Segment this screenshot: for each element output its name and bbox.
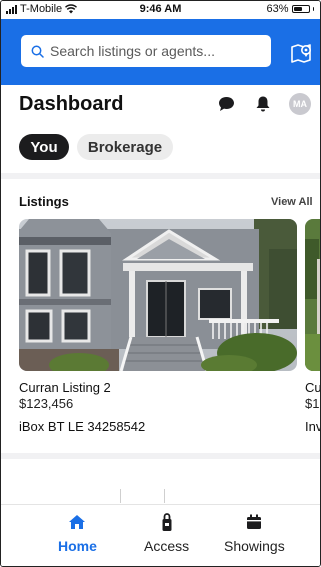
map-pin-icon[interactable] xyxy=(291,43,313,63)
nav-item-access[interactable]: Access xyxy=(144,511,189,554)
search-icon xyxy=(31,45,44,58)
calendar-icon xyxy=(246,511,262,533)
listing-price: $123,456 xyxy=(19,396,74,411)
listing-card[interactable]: Cu $12 Inv xyxy=(305,219,321,434)
listing-card[interactable]: Curran Listing 2 $123,456 iBox BT LE 342… xyxy=(19,219,297,434)
battery-percent: 63% xyxy=(266,3,289,15)
top-header xyxy=(1,19,320,85)
nav-label-showings: Showings xyxy=(224,538,285,554)
section-divider xyxy=(1,453,320,459)
view-all-link[interactable]: View All xyxy=(271,196,313,208)
divider-tick xyxy=(120,489,121,503)
page-title: Dashboard xyxy=(19,93,124,115)
status-right: 63% xyxy=(266,3,314,15)
search-box[interactable] xyxy=(21,35,271,67)
toggle-brokerage[interactable]: Brokerage xyxy=(77,134,173,160)
toggle-you[interactable]: You xyxy=(19,134,69,160)
listing-name: Curran Listing 2 xyxy=(19,380,111,395)
home-icon xyxy=(68,511,86,533)
avatar[interactable]: MA xyxy=(289,93,311,115)
listing-name: Cu xyxy=(305,380,321,395)
nav-item-home[interactable]: Home xyxy=(58,511,97,554)
section-divider xyxy=(1,173,320,179)
lockbox-icon xyxy=(161,511,173,533)
nav-label-home: Home xyxy=(58,538,97,554)
bell-icon[interactable] xyxy=(255,95,271,113)
battery-tip xyxy=(312,7,314,11)
listing-lockbox: Inv xyxy=(305,419,321,434)
status-bar: T-Mobile 9:46 AM 63% xyxy=(1,1,320,19)
battery-icon xyxy=(291,5,310,13)
nav-item-showings[interactable]: Showings xyxy=(224,511,285,554)
listing-photo xyxy=(19,219,297,371)
nav-label-access: Access xyxy=(144,538,190,554)
listing-price: $12 xyxy=(305,396,320,411)
phone-frame: T-Mobile 9:46 AM 63% Search listings or … xyxy=(0,0,321,567)
divider-tick xyxy=(164,489,165,503)
listings-section-title: Listings xyxy=(19,194,69,209)
listing-photo xyxy=(305,219,320,371)
listing-lockbox: iBox BT LE 34258542 xyxy=(19,419,146,434)
search-input[interactable] xyxy=(50,43,255,59)
bottom-nav: Home Access Showings xyxy=(1,504,320,566)
chat-bubble-icon[interactable] xyxy=(218,96,235,112)
